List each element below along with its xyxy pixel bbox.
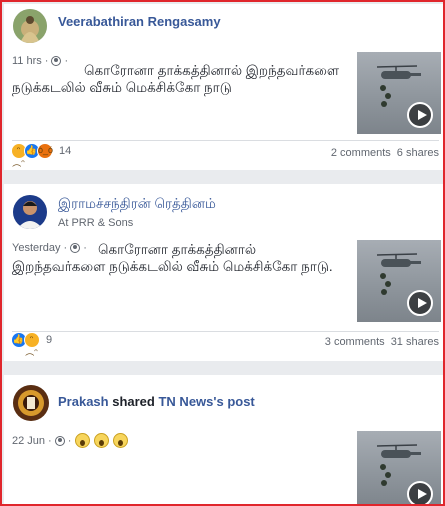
post-time[interactable]: 22 Jun bbox=[12, 435, 45, 447]
post-stats: 3 comments 31 shares bbox=[325, 336, 439, 348]
avatar[interactable] bbox=[13, 385, 49, 421]
shared-label: shared bbox=[112, 394, 155, 409]
reaction-count: 14 bbox=[59, 145, 72, 157]
post-text: கொரோனா தாக்கத்தினால் இறந்தவர்களை நடுக்கட… bbox=[12, 242, 333, 274]
post-meta: 22 Jun · · bbox=[12, 433, 129, 448]
wow-emoji-icon bbox=[75, 433, 91, 448]
play-icon[interactable] bbox=[407, 481, 433, 504]
helicopter-icon bbox=[377, 444, 421, 458]
shares-link[interactable]: 31 shares bbox=[391, 336, 439, 348]
play-icon[interactable] bbox=[407, 290, 433, 316]
globe-icon bbox=[54, 435, 65, 446]
angry-icon: ò_ó bbox=[37, 143, 53, 159]
video-thumbnail[interactable] bbox=[357, 431, 441, 504]
comments-link[interactable]: 2 comments bbox=[331, 147, 391, 159]
author-name[interactable]: இராமச்சந்திரன் ரெத்தினம் bbox=[58, 196, 216, 214]
wow-emoji-icon bbox=[113, 433, 129, 448]
helicopter-icon bbox=[377, 253, 421, 267]
author-name[interactable]: Veerabathiran Rengasamy bbox=[58, 14, 221, 29]
post-stats: 2 comments 6 shares bbox=[331, 147, 439, 159]
video-thumbnail[interactable] bbox=[357, 240, 441, 322]
feed-frame: Veerabathiran Rengasamy 11 hrs · · கொரோன… bbox=[0, 0, 445, 506]
location-text[interactable]: At PRR & Sons bbox=[58, 217, 133, 229]
divider bbox=[12, 331, 439, 332]
post-card: Veerabathiran Rengasamy 11 hrs · · கொரோன… bbox=[4, 4, 443, 170]
play-icon[interactable] bbox=[407, 102, 433, 128]
wow-emoji-icon bbox=[94, 433, 110, 448]
post-text: கொரோனா தாக்கத்தினால் இறந்தவர்களை நடுக்கட… bbox=[12, 63, 340, 95]
reaction-summary[interactable]: ᵔ︵ᵔ 👍 ò_ó 14 bbox=[11, 143, 72, 168]
post-card: இராமச்சந்திரன் ரெத்தினம் At PRR & Sons Y… bbox=[4, 184, 443, 361]
avatar[interactable] bbox=[13, 195, 47, 229]
reaction-count: 9 bbox=[46, 334, 53, 346]
sad-icon: ᵔ︵ᵔ bbox=[24, 332, 40, 357]
author-link[interactable]: Prakash bbox=[58, 394, 109, 409]
author-name: Prakash shared TN News's post bbox=[58, 394, 255, 409]
post-card: Prakash shared TN News's post 22 Jun · · bbox=[4, 375, 443, 504]
shares-link[interactable]: 6 shares bbox=[397, 147, 439, 159]
comments-link[interactable]: 3 comments bbox=[325, 336, 385, 348]
shared-source-link[interactable]: TN News's post bbox=[158, 394, 254, 409]
video-thumbnail[interactable] bbox=[357, 52, 441, 134]
reaction-summary[interactable]: 👍 ᵔ︵ᵔ 9 bbox=[11, 332, 53, 357]
helicopter-icon bbox=[377, 65, 421, 79]
divider bbox=[12, 140, 439, 141]
avatar[interactable] bbox=[13, 9, 47, 43]
